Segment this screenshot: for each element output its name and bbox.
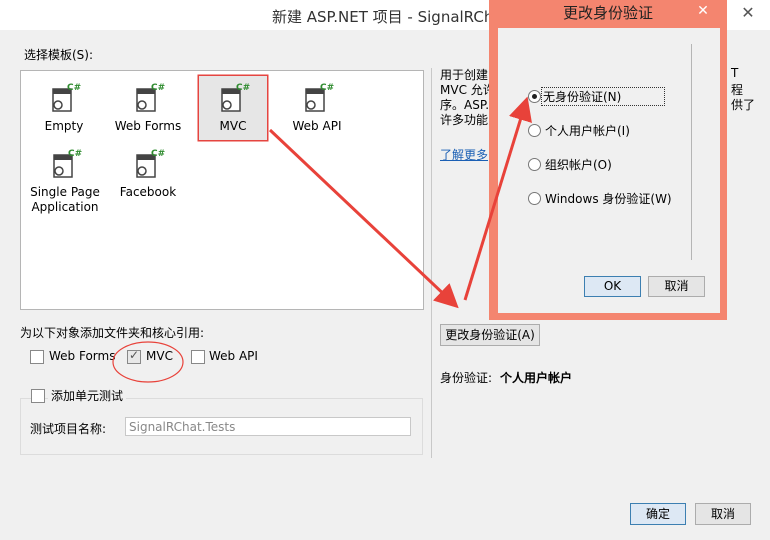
arrow-to-change-auth	[268, 128, 459, 309]
arrow-to-no-authentication	[463, 96, 532, 301]
mvc-highlight-box	[197, 74, 269, 142]
mvc-checkbox-highlight-ellipse	[112, 341, 184, 383]
annotation-overlay	[112, 74, 532, 383]
new-project-window: 新建 ASP.NET 项目 - SignalRChat ✕ 选择模板(S): C…	[0, 0, 770, 540]
